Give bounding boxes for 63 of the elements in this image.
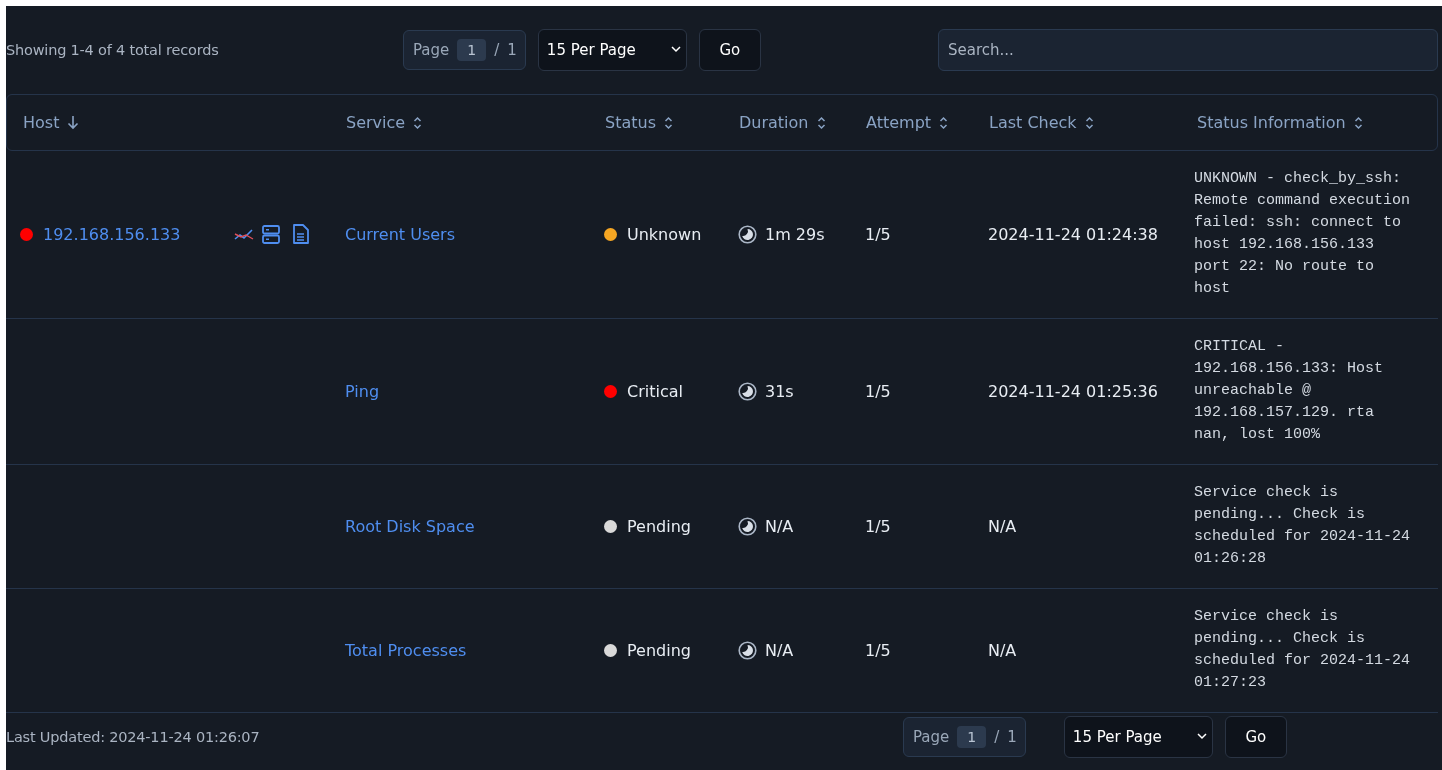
status-information: UNKNOWN - check_by_ssh: Remote command execution failed: ssh: connect to host 192.168.156.133 port 22: No route to host — [1193, 169, 1412, 299]
sort-icon[interactable] — [939, 115, 949, 130]
column-header[interactable]: Service — [346, 113, 406, 132]
status-information: CRITICAL - 192.168.156.133: Host unreachable @ 192.168.157.129. rta nan, lost 100% — [1193, 337, 1385, 445]
server-icon[interactable] — [262, 225, 280, 244]
clock-icon — [738, 382, 757, 401]
attempt-text: 1/5 — [865, 382, 891, 401]
duration-text: N/A — [765, 517, 794, 536]
clock-icon — [738, 641, 757, 660]
sort-icon[interactable] — [664, 115, 673, 130]
records-summary: Showing 1-4 of 4 total records — [6, 42, 220, 58]
attempt-text: 1/5 — [865, 517, 891, 536]
page-label: Page — [913, 728, 950, 746]
page-total: 1 — [507, 41, 517, 59]
sort-icon[interactable] — [413, 115, 423, 130]
graph-icon[interactable] — [234, 227, 254, 242]
last-updated-text: Last Updated: 2024-11-24 01:26:07 — [6, 729, 260, 745]
service-link[interactable]: Total Processes — [345, 641, 467, 660]
status-text: Unknown — [627, 225, 702, 244]
attempt-text: 1/5 — [865, 641, 891, 660]
sort-icon[interactable] — [816, 115, 826, 130]
page-separator: / — [994, 728, 1000, 746]
status-information: Service check is pending... Check is scheduled for 2024-11-24 01:27:23 — [1193, 607, 1412, 693]
service-link[interactable]: Root Disk Space — [345, 517, 475, 536]
sort-down-arrow-icon[interactable] — [67, 115, 80, 130]
page-number[interactable]: 1 — [957, 726, 987, 748]
last-check-text: N/A — [988, 641, 1017, 660]
column-header[interactable]: Status — [605, 113, 656, 132]
column-header[interactable]: Status Information — [1197, 113, 1346, 132]
per-page-select[interactable]: 15 Per Page — [537, 29, 687, 71]
chevron-down-icon — [1196, 732, 1207, 740]
column-header[interactable]: Attempt — [866, 113, 932, 132]
page-number[interactable]: 1 — [457, 39, 487, 61]
column-header[interactable]: Duration — [739, 113, 809, 132]
status-text: Critical — [627, 382, 683, 401]
service-link[interactable]: Current Users — [345, 225, 455, 244]
column-header[interactable]: Last Check — [989, 113, 1077, 132]
duration-text: 31s — [765, 382, 794, 401]
go-button[interactable]: Go — [1224, 716, 1287, 758]
status-text: Pending — [627, 517, 691, 536]
page-separator: / — [494, 41, 500, 59]
sort-icon[interactable] — [1353, 115, 1363, 130]
chevron-down-icon — [670, 45, 681, 53]
column-header[interactable]: Host — [23, 113, 60, 132]
page-total: 1 — [1007, 728, 1017, 746]
duration-text: N/A — [765, 641, 794, 660]
clock-icon — [738, 225, 757, 244]
last-check-text: 2024-11-24 01:25:36 — [988, 382, 1158, 401]
search-field[interactable]: Search... — [938, 29, 1438, 71]
last-check-text: 2024-11-24 01:24:38 — [988, 225, 1158, 244]
last-check-text: N/A — [988, 517, 1017, 536]
attempt-text: 1/5 — [865, 225, 891, 244]
clock-icon — [738, 517, 757, 536]
duration-text: 1m 29s — [765, 225, 825, 244]
status-text: Pending — [627, 641, 691, 660]
service-link[interactable]: Ping — [345, 382, 380, 401]
go-button[interactable]: Go — [698, 29, 761, 71]
status-information: Service check is pending... Check is scheduled for 2024-11-24 01:26:28 — [1193, 483, 1412, 569]
sort-icon[interactable] — [1084, 115, 1094, 130]
page-label: Page — [413, 41, 450, 59]
per-page-select[interactable]: 15 Per Page — [1063, 716, 1213, 758]
document-icon[interactable] — [292, 224, 309, 245]
host-link[interactable]: 192.168.156.133 — [43, 225, 181, 244]
